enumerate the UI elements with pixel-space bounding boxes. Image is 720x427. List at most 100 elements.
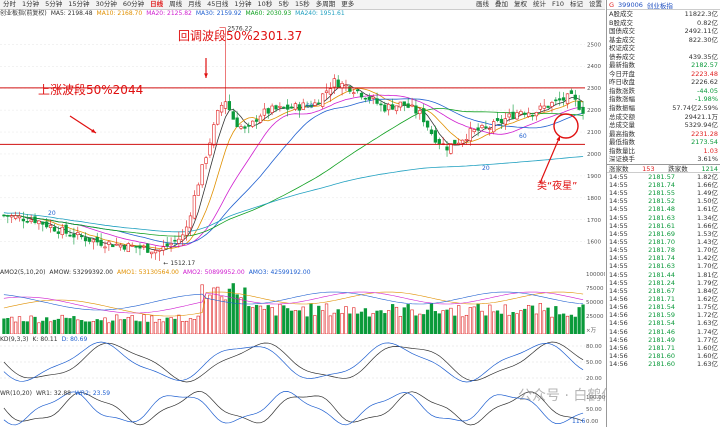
- period-tab[interactable]: 日线: [147, 0, 166, 9]
- candle: [387, 102, 391, 116]
- amount-bar: [149, 315, 154, 334]
- tick-cell: 1.53亿: [697, 229, 718, 238]
- tick-row: 14:56 2181.60 1.60亿: [607, 352, 720, 360]
- tool-tab[interactable]: 画线: [473, 0, 492, 9]
- amount-ma-line: [3, 291, 584, 311]
- amount-bar: [468, 307, 472, 334]
- candle: [95, 232, 99, 246]
- index-name: 创业板指: [646, 1, 673, 10]
- amount-bar: [317, 305, 321, 334]
- period-tab[interactable]: 更多: [338, 0, 357, 9]
- rise-arrow: [69, 115, 97, 134]
- tick-list[interactable]: 14:55 2181.57 1.82亿 14:55 2181.74 1.66亿 14:55 2…: [607, 173, 720, 368]
- stat-value: 2492.11亿: [684, 27, 718, 36]
- amount-bar: [402, 307, 406, 334]
- candlestick-chart[interactable]: 2576.22← 1512.1720602060: [0, 18, 585, 268]
- period-tab[interactable]: 1分钟: [19, 0, 42, 9]
- amount-bar: [519, 310, 523, 334]
- amount-bar: [258, 305, 263, 334]
- candle: [270, 103, 274, 116]
- period-tab[interactable]: 15分钟: [65, 0, 92, 9]
- amount-bar: [107, 322, 111, 334]
- tick-cell: 2181.67: [648, 286, 675, 295]
- period-tab[interactable]: 30分钟: [93, 0, 120, 9]
- amount-bar: [511, 312, 515, 334]
- candle: [301, 98, 305, 110]
- stat-value: 1.03: [703, 146, 718, 155]
- amount-bar: [118, 319, 123, 334]
- amount-bar: [87, 321, 92, 334]
- amount-bar: [130, 315, 134, 334]
- candle: [530, 114, 535, 121]
- candle: [25, 213, 29, 224]
- quote-header: G 399006 创业板指: [607, 0, 720, 10]
- period-tab[interactable]: 分时: [0, 0, 19, 9]
- rise-annotation: 上涨波段50%2044: [38, 83, 144, 97]
- tick-cell: 2181.74: [648, 180, 675, 189]
- breadth-row: 涨家数 153 跌家数 1214: [607, 163, 720, 173]
- tick-cell: 14:55: [609, 205, 628, 214]
- tool-tab[interactable]: F10: [549, 0, 567, 9]
- amount-bar: [569, 314, 574, 334]
- stat-row: B股成交 0.82亿: [607, 19, 720, 28]
- tool-tab[interactable]: 统计: [530, 0, 549, 9]
- stat-value: 3.61%: [697, 155, 718, 164]
- tick-cell: 1.60亿: [697, 343, 718, 352]
- tool-tab[interactable]: 叠加: [492, 0, 511, 9]
- tick-cell: 1.74亿: [697, 327, 718, 336]
- period-tab[interactable]: 60分钟: [120, 0, 147, 9]
- amount-bar: [45, 317, 49, 334]
- tick-cell: 1.77亿: [697, 335, 718, 344]
- amount-bar: [460, 316, 465, 334]
- tick-cell: 14:56: [609, 343, 628, 352]
- amount-bar: [344, 306, 348, 334]
- tick-row: 14:55 2181.44 1.81亿: [607, 271, 720, 279]
- amount-bar: [177, 314, 181, 334]
- stat-label: 深证换手: [609, 155, 635, 164]
- tool-tab[interactable]: 标记: [567, 0, 586, 9]
- price-tick: 2200: [587, 108, 601, 114]
- amount-bar: [538, 303, 542, 334]
- price-axis: 2500 2400 2300 2200 2100 2000 1900 1800 1700 1600: [587, 42, 601, 245]
- amount-bar: [573, 316, 577, 334]
- period-tab[interactable]: 5秒: [275, 0, 292, 9]
- period-tab[interactable]: 1分钟: [231, 0, 254, 9]
- amount-bar: [146, 321, 150, 334]
- period-tab[interactable]: 45日线: [204, 0, 231, 9]
- amount-bar: [157, 318, 162, 334]
- amount-bar: [161, 321, 165, 334]
- amount-bar: [184, 320, 189, 334]
- tick-row: 14:56 2181.71 1.62亿: [607, 295, 720, 303]
- tick-cell: 14:55: [609, 197, 628, 206]
- stat-row: 指数涨幅 -1.98%: [607, 95, 720, 104]
- candle: [394, 105, 399, 115]
- amount-chart[interactable]: 100000 75000 50000 25000 ×万: [0, 268, 605, 334]
- tick-row: 14:55 2181.69 1.53亿: [607, 230, 720, 238]
- amount-bar: [286, 308, 290, 334]
- stat-label: 基金成交: [609, 35, 635, 44]
- amount-bar: [554, 306, 558, 334]
- tick-cell: 2181.71: [648, 343, 675, 352]
- amount-bar: [352, 307, 356, 334]
- tick-cell: 1.61亿: [697, 205, 718, 214]
- amount-bar: [418, 313, 422, 334]
- tool-tab[interactable]: 复权: [511, 0, 530, 9]
- amount-bar: [476, 303, 480, 334]
- period-tab[interactable]: 15秒: [292, 0, 313, 9]
- stat-value: 2223.48: [691, 69, 718, 78]
- stat-label: 指数量比: [609, 146, 635, 155]
- candle: [41, 221, 45, 232]
- period-tab[interactable]: 5分钟: [42, 0, 65, 9]
- amount-bar: [484, 315, 488, 334]
- candle: [321, 93, 325, 109]
- period-tab[interactable]: 月线: [185, 0, 204, 9]
- candle: [254, 115, 259, 129]
- amount-bar: [472, 306, 476, 334]
- tool-tab[interactable]: 设置: [586, 0, 605, 9]
- period-tab[interactable]: 10秒: [255, 0, 276, 9]
- amount-bar: [309, 303, 313, 334]
- kd-chart[interactable]: 80.00 50.00 20.00: [0, 334, 605, 389]
- candle: [6, 214, 10, 224]
- period-tab[interactable]: 周线: [166, 0, 185, 9]
- period-tab[interactable]: 多周期: [313, 0, 339, 9]
